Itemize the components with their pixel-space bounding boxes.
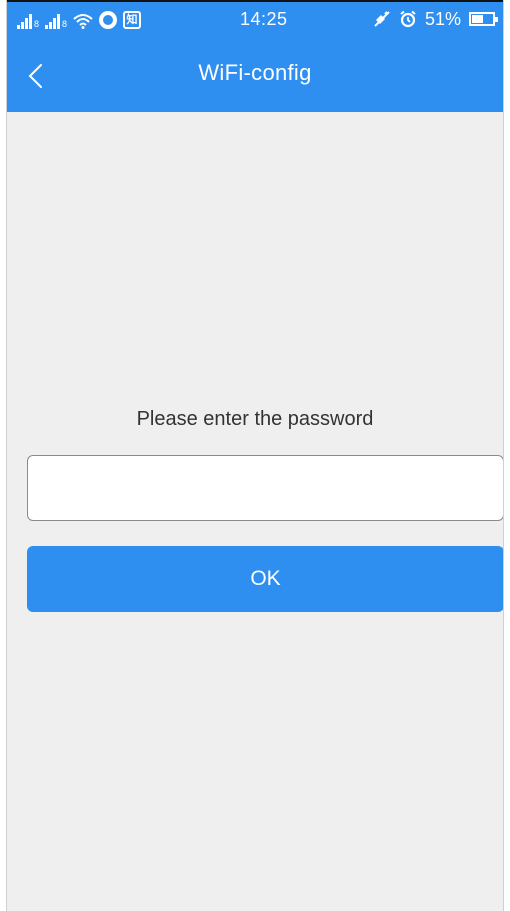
password-prompt: Please enter the password bbox=[136, 408, 374, 430]
app-header: WiFi-config bbox=[7, 36, 503, 112]
zhihu-notification-icon: 知 bbox=[123, 11, 142, 29]
status-right-icons: 51% bbox=[373, 8, 498, 30]
battery-percent: 51% bbox=[424, 8, 461, 29]
signal-strength-icon-2: 8 bbox=[45, 13, 67, 29]
ok-button[interactable]: OK bbox=[27, 546, 503, 612]
battery-icon bbox=[469, 12, 498, 26]
status-left-icons: 8 8 知 bbox=[17, 9, 142, 29]
battery-fill bbox=[472, 15, 484, 23]
password-input[interactable] bbox=[27, 455, 503, 521]
mute-icon bbox=[374, 11, 390, 27]
phone-screen: 8 8 知 14:25 51% WiFi-config Please enter… bbox=[6, 0, 504, 911]
wifi-icon bbox=[73, 14, 93, 29]
signal-strength-icon-1: 8 bbox=[17, 13, 39, 29]
status-bar: 8 8 知 14:25 51% bbox=[7, 2, 503, 36]
alarm-clock-icon bbox=[400, 10, 416, 28]
app-notification-icon bbox=[99, 11, 118, 29]
status-time: 14:25 bbox=[240, 9, 288, 29]
page-title: WiFi-config bbox=[198, 60, 312, 85]
